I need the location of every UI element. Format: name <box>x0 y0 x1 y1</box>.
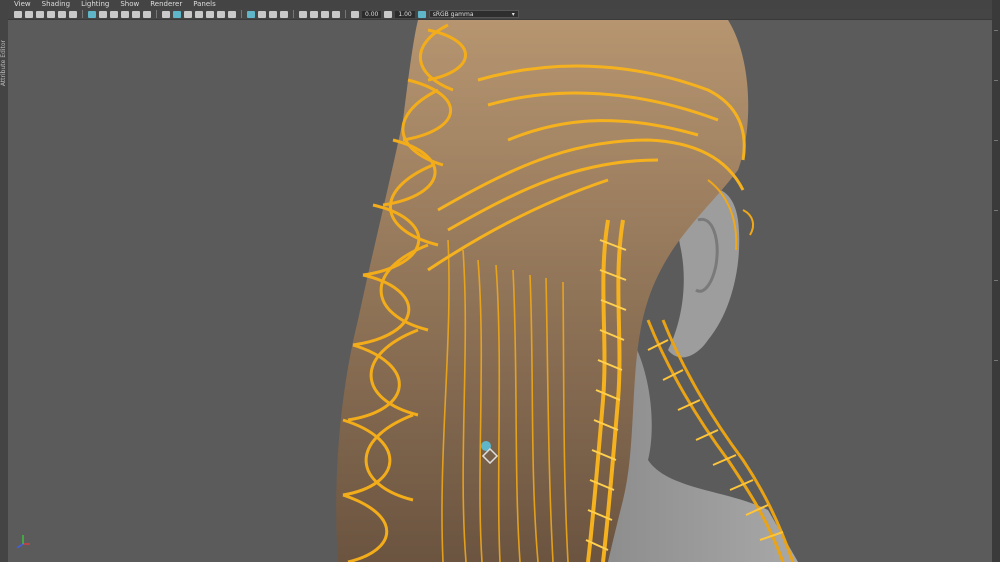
film-gate-icon[interactable] <box>99 10 107 18</box>
grid-icon[interactable] <box>88 10 96 18</box>
smooth-shade-icon[interactable] <box>173 10 181 18</box>
chevron-down-icon: ▾ <box>511 11 515 18</box>
menu-renderer[interactable]: Renderer <box>150 0 182 9</box>
screen-space-ao-icon[interactable] <box>247 10 255 18</box>
xray-icon[interactable] <box>310 10 318 18</box>
toolbar-divider <box>82 10 83 18</box>
3d-viewport[interactable] <box>8 20 992 562</box>
gamma-field[interactable]: 1.00 <box>395 10 415 18</box>
toolbar-divider <box>293 10 294 18</box>
xray-joints-icon[interactable] <box>321 10 329 18</box>
gate-mask-icon[interactable] <box>121 10 129 18</box>
toolbar-divider <box>156 10 157 18</box>
xray-components-icon[interactable] <box>332 10 340 18</box>
resolution-gate-icon[interactable] <box>110 10 118 18</box>
color-space-label: sRGB gamma <box>432 11 474 18</box>
textured-icon[interactable] <box>206 10 214 18</box>
camera-attributes-icon[interactable] <box>25 10 33 18</box>
move-manipulator-icon[interactable] <box>478 440 502 468</box>
toolbar-divider <box>345 10 346 18</box>
image-plane-icon[interactable] <box>47 10 55 18</box>
menu-view[interactable]: View <box>14 0 31 9</box>
bookmark-icon[interactable] <box>36 10 44 18</box>
motion-blur-icon[interactable] <box>258 10 266 18</box>
left-side-panel[interactable]: Attribute Editor <box>0 0 8 562</box>
exposure-icon <box>351 10 359 18</box>
panel-toolbar: 0.00 1.00 sRGB gamma ▾ <box>8 9 992 20</box>
attribute-editor-tab[interactable]: Attribute Editor <box>0 40 8 86</box>
menu-lighting[interactable]: Lighting <box>81 0 109 9</box>
field-chart-icon[interactable] <box>132 10 140 18</box>
menu-shading[interactable]: Shading <box>42 0 70 9</box>
exposure-field[interactable]: 0.00 <box>362 10 382 18</box>
panel-menubar: View Shading Lighting Show Renderer Pane… <box>8 0 992 9</box>
right-side-panel[interactable] <box>992 0 1000 562</box>
axis-gizmo-icon <box>14 532 32 554</box>
grease-pencil-icon[interactable] <box>69 10 77 18</box>
color-management-icon[interactable] <box>417 10 426 18</box>
menu-panels[interactable]: Panels <box>193 0 216 9</box>
wireframe-icon[interactable] <box>162 10 170 18</box>
default-material-icon[interactable] <box>184 10 192 18</box>
wireframe-on-shaded-icon[interactable] <box>195 10 203 18</box>
menu-show[interactable]: Show <box>120 0 139 9</box>
shadows-icon[interactable] <box>228 10 236 18</box>
toolbar-divider <box>241 10 242 18</box>
gamma-icon <box>384 10 393 18</box>
depth-of-field-icon[interactable] <box>280 10 288 18</box>
color-space-select[interactable]: sRGB gamma ▾ <box>428 10 519 18</box>
2d-pan-zoom-icon[interactable] <box>58 10 66 18</box>
select-camera-icon[interactable] <box>14 10 22 18</box>
lights-icon[interactable] <box>217 10 225 18</box>
isolate-select-icon[interactable] <box>299 10 307 18</box>
hair-model-render <box>336 20 798 562</box>
multisample-aa-icon[interactable] <box>269 10 277 18</box>
safe-action-icon[interactable] <box>143 10 151 18</box>
